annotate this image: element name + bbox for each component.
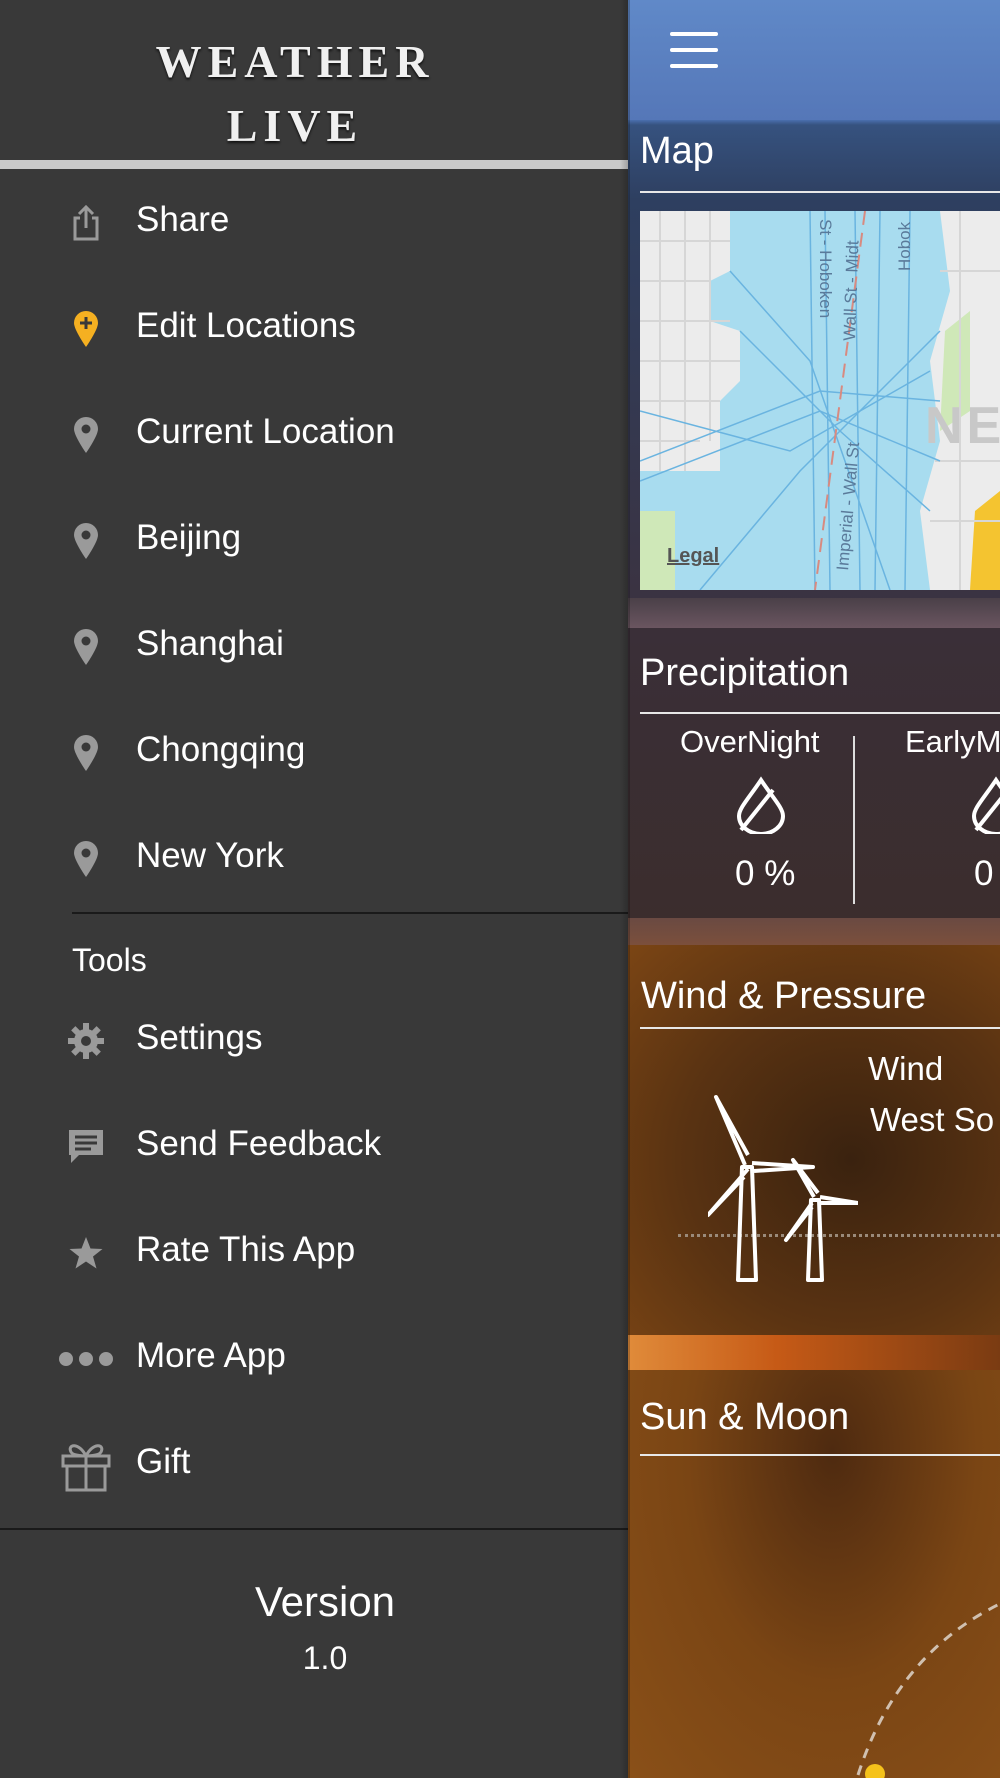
raindrop-icon: [971, 776, 1000, 834]
sun-arc-graphic: [856, 1602, 1000, 1778]
raindrop-icon: [736, 776, 786, 834]
precip-period-label: OverNight: [680, 724, 820, 759]
map-section-title: Map: [640, 130, 714, 172]
menu-item-share[interactable]: Share: [0, 170, 628, 276]
wind-direction: West So: [870, 1101, 995, 1138]
map-legal-link[interactable]: Legal: [667, 545, 719, 568]
menu-item-beijing[interactable]: Beijing: [0, 488, 628, 594]
precip-period-label: EarlyM: [905, 724, 1000, 759]
tools-divider: [72, 912, 628, 914]
wind-pressure-section: Wind & Pressure Wind West So: [628, 945, 1000, 1335]
menu-item-new-york[interactable]: New York: [0, 806, 628, 912]
svg-text:Wall St - Midt: Wall St - Midt: [840, 240, 863, 341]
wind-turbine-icon: [708, 1095, 858, 1282]
menu-item-label: Rate This App: [136, 1230, 356, 1269]
map-title-rule: [640, 191, 1000, 193]
drawer-edge-shadow: [620, 0, 630, 1778]
app-logo: WEATHER LIVE: [0, 30, 590, 158]
menu-item-label: Shanghai: [136, 624, 284, 663]
location-pin-icon: [58, 518, 114, 564]
logo-line-1: WEATHER: [155, 36, 435, 87]
menu-item-label: More App: [136, 1336, 286, 1375]
menu-item-label: Beijing: [136, 518, 242, 557]
menu-item-label: Settings: [136, 1018, 263, 1057]
dots-icon: [58, 1336, 114, 1382]
precip-column-divider: [853, 736, 855, 904]
map-city-label: NE: [925, 397, 1000, 455]
menu-item-shanghai[interactable]: Shanghai: [0, 594, 628, 700]
menu-item-label: Current Location: [136, 412, 395, 451]
top-bar: [628, 0, 1000, 120]
menu-item-settings[interactable]: Settings: [0, 988, 628, 1094]
svg-text:Hobok: Hobok: [895, 221, 914, 271]
menu-item-more-app[interactable]: More App: [0, 1306, 628, 1412]
share-icon: [58, 200, 114, 246]
precipitation-title: Precipitation: [640, 652, 850, 694]
precip-value: 0: [974, 854, 994, 893]
precipitation-section: Precipitation OverNight 0 % EarlyM 0: [628, 628, 1000, 918]
version-label: Version: [254, 1578, 396, 1625]
menu-item-chongqing[interactable]: Chongqing: [0, 700, 628, 806]
location-pin-icon: [58, 836, 114, 882]
navigation-drawer: WEATHER LIVE Share Edit Locations Curren…: [0, 0, 628, 1778]
wind-label: Wind: [868, 1050, 944, 1087]
gift-icon: [58, 1442, 114, 1492]
drawer-header: WEATHER LIVE: [0, 0, 628, 160]
menu-item-rate-app[interactable]: Rate This App: [0, 1200, 628, 1306]
hamburger-menu-icon[interactable]: [670, 32, 718, 70]
menu-item-label: Edit Locations: [136, 306, 356, 345]
sun-icon: [865, 1764, 885, 1778]
menu-item-label: New York: [136, 836, 284, 875]
sun-moon-section: Sun & Moon: [628, 1370, 1000, 1778]
location-pin-icon: [58, 624, 114, 670]
sun-moon-title: Sun & Moon: [640, 1396, 850, 1438]
star-icon: [58, 1230, 114, 1276]
menu-item-send-feedback[interactable]: Send Feedback: [0, 1094, 628, 1200]
band-divider: [628, 598, 1000, 628]
menu-item-label: Gift: [136, 1442, 191, 1481]
weather-content-panel: Map St - Hoboken Wall St - Midt Hobok Im…: [628, 0, 1000, 1778]
band-divider: [628, 1335, 1000, 1370]
tools-heading: Tools: [72, 942, 147, 978]
menu-item-label: Share: [136, 200, 230, 239]
menu-item-edit-locations[interactable]: Edit Locations: [0, 276, 628, 382]
wind-pressure-title: Wind & Pressure: [641, 975, 927, 1017]
chat-bubble-icon: [58, 1124, 114, 1170]
menu-item-current-location[interactable]: Current Location: [0, 382, 628, 488]
wind-pressure-rule: [640, 1027, 1000, 1029]
band-divider: [628, 918, 1000, 945]
location-pin-icon: [58, 730, 114, 776]
svg-text:St - Hoboken: St - Hoboken: [816, 219, 835, 318]
location-pin-icon: [58, 412, 114, 458]
logo-line-2: LIVE: [226, 100, 364, 151]
menu-item-label: Send Feedback: [136, 1124, 382, 1163]
precip-value: 0 %: [735, 854, 796, 893]
precipitation-rule: [640, 712, 1000, 714]
map-view[interactable]: St - Hoboken Wall St - Midt Hobok Imperi…: [640, 211, 1000, 590]
menu-item-label: Chongqing: [136, 730, 306, 769]
gear-icon: [58, 1018, 114, 1064]
sun-moon-rule: [640, 1454, 1000, 1456]
header-separator: [0, 160, 628, 169]
add-location-pin-icon: [58, 306, 114, 352]
menu-item-gift[interactable]: Gift: [0, 1412, 628, 1518]
version-divider: [0, 1528, 628, 1530]
version-number: 1.0: [302, 1640, 348, 1676]
